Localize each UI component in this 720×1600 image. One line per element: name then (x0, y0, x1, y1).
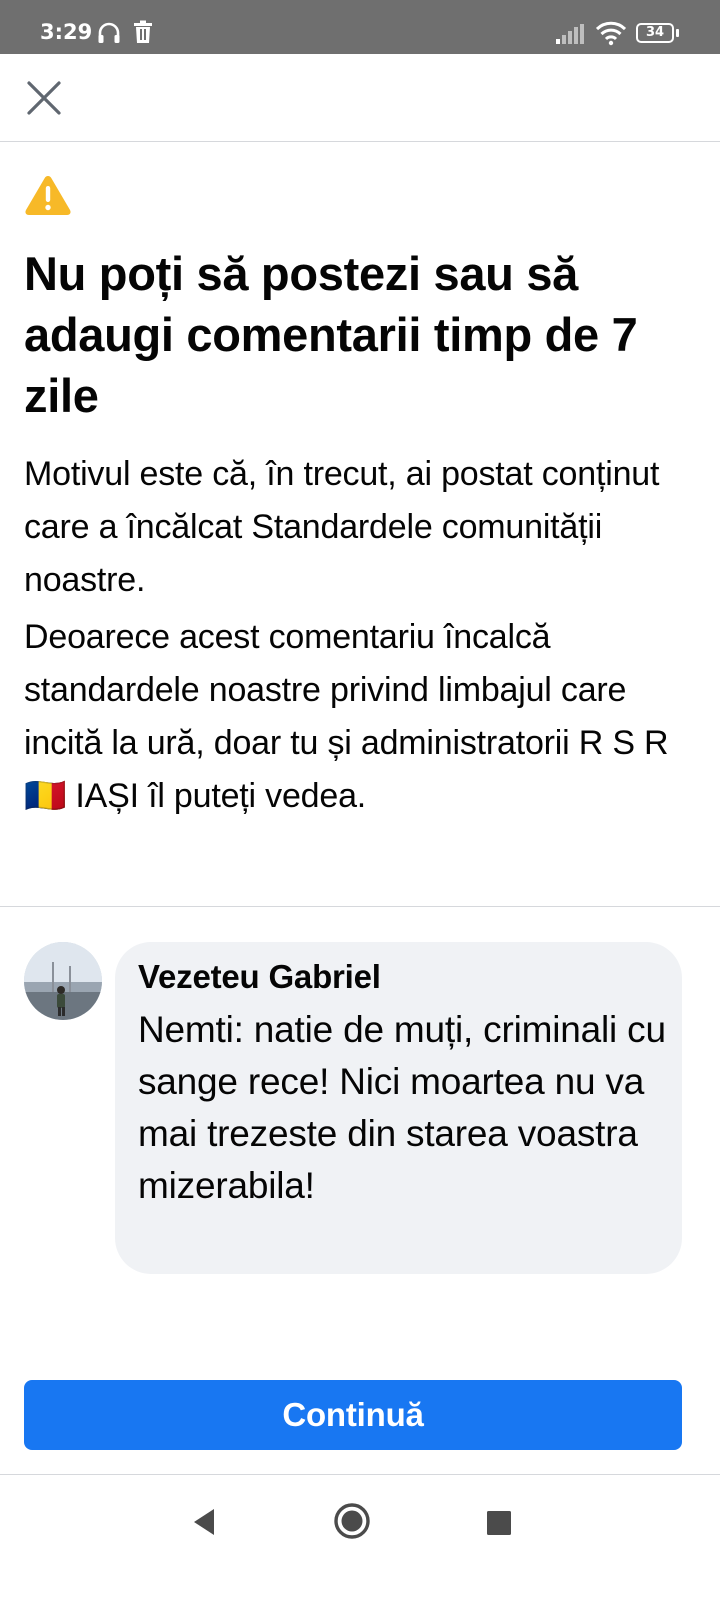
home-icon (334, 1503, 370, 1539)
avatar[interactable] (24, 942, 102, 1020)
page-title: Nu poți să postezi sau să adaugi comenta… (24, 247, 638, 422)
close-icon (27, 81, 61, 115)
battery-tip (676, 29, 679, 37)
comment-text: Nemti: natie de muți, criminali cu sange… (138, 1009, 666, 1206)
continue-button[interactable]: Continuă (24, 1380, 682, 1450)
system-nav-bar (0, 1475, 720, 1600)
status-time: 3:29 (40, 20, 93, 44)
reason-text: Motivul este că, în trecut, ai postat co… (24, 455, 660, 599)
home-button[interactable] (332, 1501, 372, 1546)
signal-icon (556, 24, 586, 49)
comment-bubble: Vezeteu Gabriel Nemti: natie de muți, cr… (115, 942, 682, 1274)
warning-icon (24, 174, 72, 221)
top-bar (0, 54, 720, 142)
trash-icon (133, 20, 153, 49)
recents-icon (487, 1511, 511, 1535)
explanation-text: Deoarece acest comentariu încalcă standa… (24, 618, 669, 815)
back-button[interactable] (190, 1507, 218, 1542)
battery-level: 34 (645, 25, 665, 40)
close-button[interactable] (24, 78, 64, 118)
status-bar: 3:29 34 (0, 0, 720, 54)
comment-author[interactable]: Vezeteu Gabriel (138, 955, 381, 999)
wifi-icon (595, 20, 627, 51)
headset-icon (96, 20, 122, 51)
section-divider (0, 906, 720, 907)
battery-icon: 34 (636, 23, 674, 43)
recents-button[interactable] (486, 1510, 512, 1541)
back-icon (194, 1509, 214, 1535)
